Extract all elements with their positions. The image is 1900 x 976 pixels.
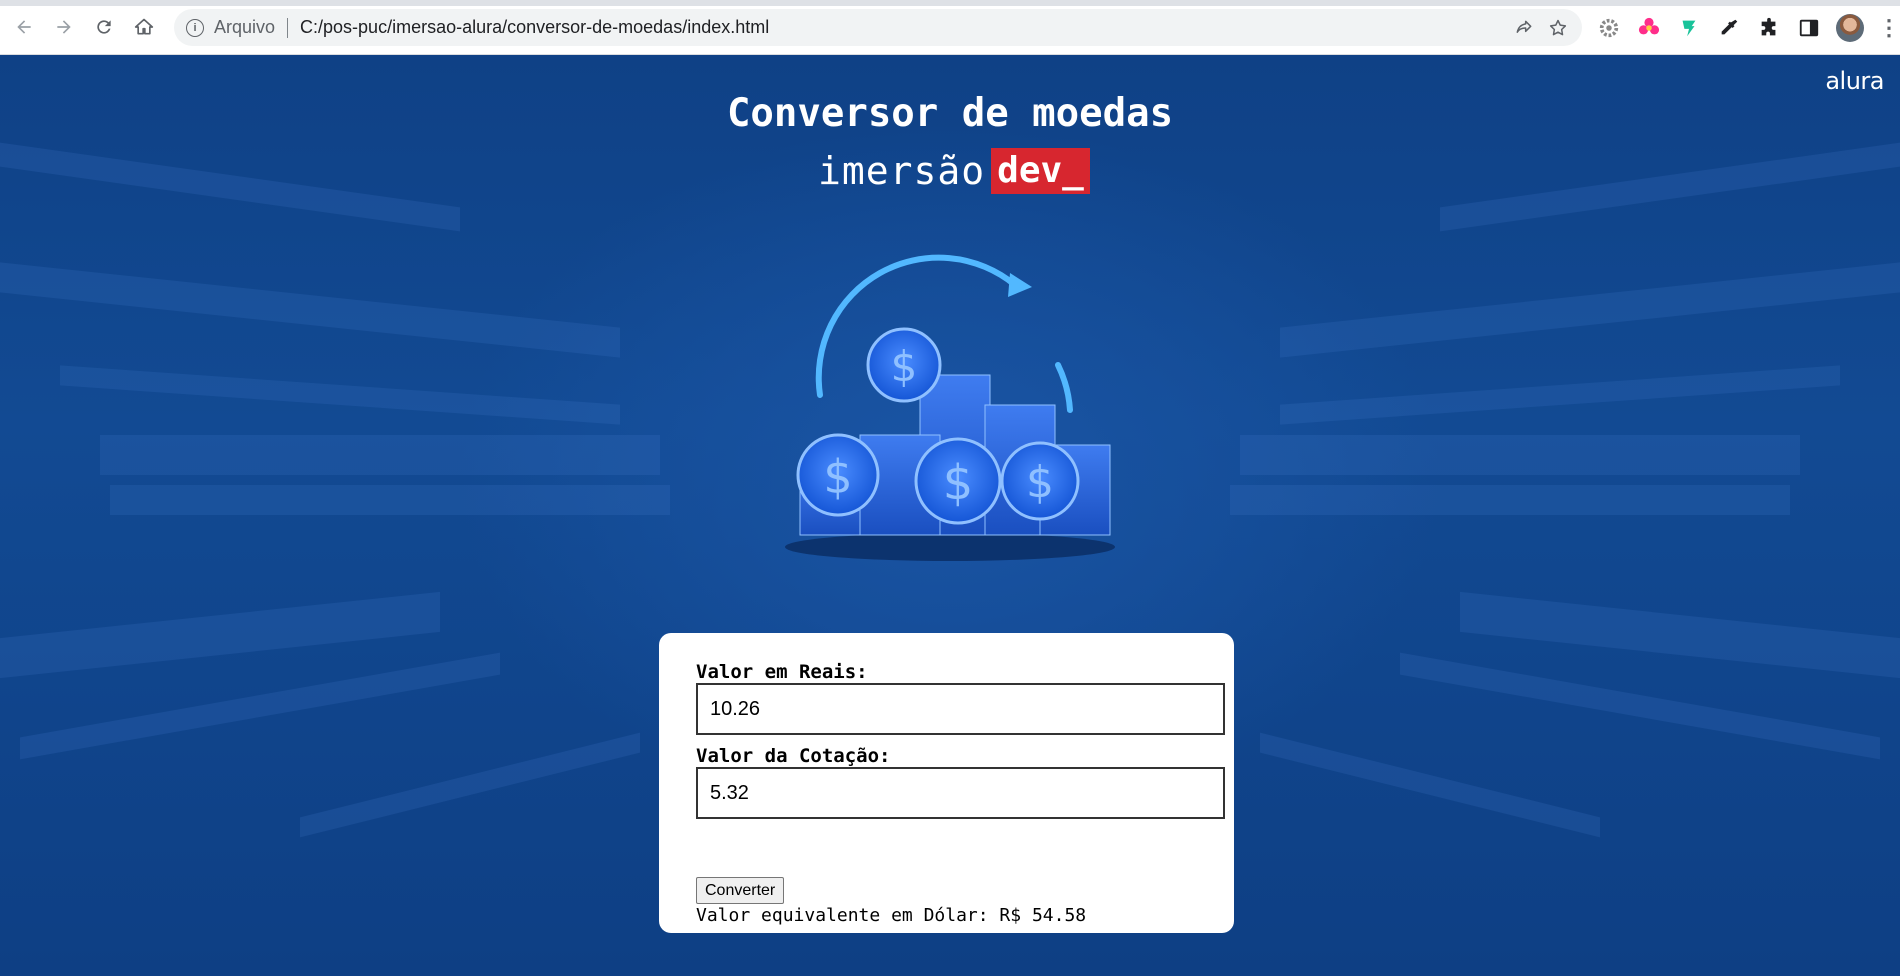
result-text: Valor equivalente em Dólar: R$ 54.58 [696,905,1087,926]
svg-text:$: $ [943,455,974,511]
share-icon[interactable] [1514,18,1534,38]
star-icon[interactable] [1548,18,1568,38]
coins-stack-illustration: $ $ $ $ [785,254,1115,561]
subtitle-imersao: imersão [818,149,986,193]
tab-strip [0,0,1900,6]
back-button[interactable] [11,14,37,40]
home-button[interactable] [131,14,157,40]
gear-extension-icon [1599,18,1619,38]
reais-input[interactable] [696,683,1225,735]
pink-flower-extension-icon [1638,17,1660,35]
convert-button[interactable]: Converter [696,877,785,904]
side-panel-icon [1799,19,1819,37]
info-icon[interactable]: i [186,18,204,37]
url-text[interactable]: C:/pos-puc/imersao-alura/conversor-de-mo… [300,17,769,38]
svg-text:$: $ [1026,457,1054,508]
reload-button[interactable] [91,14,117,40]
more-vert-icon[interactable]: ⋮ [1878,17,1900,39]
extensions-menu-button[interactable] [1756,15,1782,41]
profile-avatar[interactable] [1836,14,1864,42]
svg-text:$: $ [823,450,852,504]
page-title: Conversor de moedas [726,91,1174,136]
extension-eyedropper[interactable] [1716,15,1742,41]
extension-pink[interactable] [1636,15,1662,41]
home-icon [134,18,154,35]
cotacao-label: Valor da Cotação: [696,745,891,767]
side-panel-button[interactable] [1796,15,1822,41]
converter-form: Valor em Reais: Valor da Cotação: Conver… [659,633,1234,933]
address-separator [287,17,289,38]
green-figure-extension-icon [1682,20,1696,37]
back-arrow-icon [17,20,31,34]
security-label: Arquivo [214,17,276,37]
svg-text:$: $ [891,342,918,391]
puzzle-icon [1761,17,1776,36]
forward-button[interactable] [51,14,77,40]
extension-gear[interactable] [1596,15,1622,41]
address-bar-actions [1514,18,1568,38]
eyedropper-icon [1721,19,1738,35]
address-bar[interactable]: i Arquivo C:/pos-puc/imersao-alura/conve… [174,9,1582,46]
imersao-dev-logo: imersão dev_ [818,147,1090,195]
cotacao-input[interactable] [696,767,1225,819]
extensions-bar: ⋮ [1596,14,1900,42]
page-viewport: alura Conversor de moedas imersão dev_ $ [0,55,1900,976]
extension-green[interactable] [1676,15,1702,41]
browser-toolbar: i Arquivo C:/pos-puc/imersao-alura/conve… [0,0,1900,55]
reload-icon [97,20,111,34]
subtitle-dev-tag: dev_ [991,148,1090,194]
reais-label: Valor em Reais: [696,661,868,683]
forward-arrow-icon [57,20,71,34]
